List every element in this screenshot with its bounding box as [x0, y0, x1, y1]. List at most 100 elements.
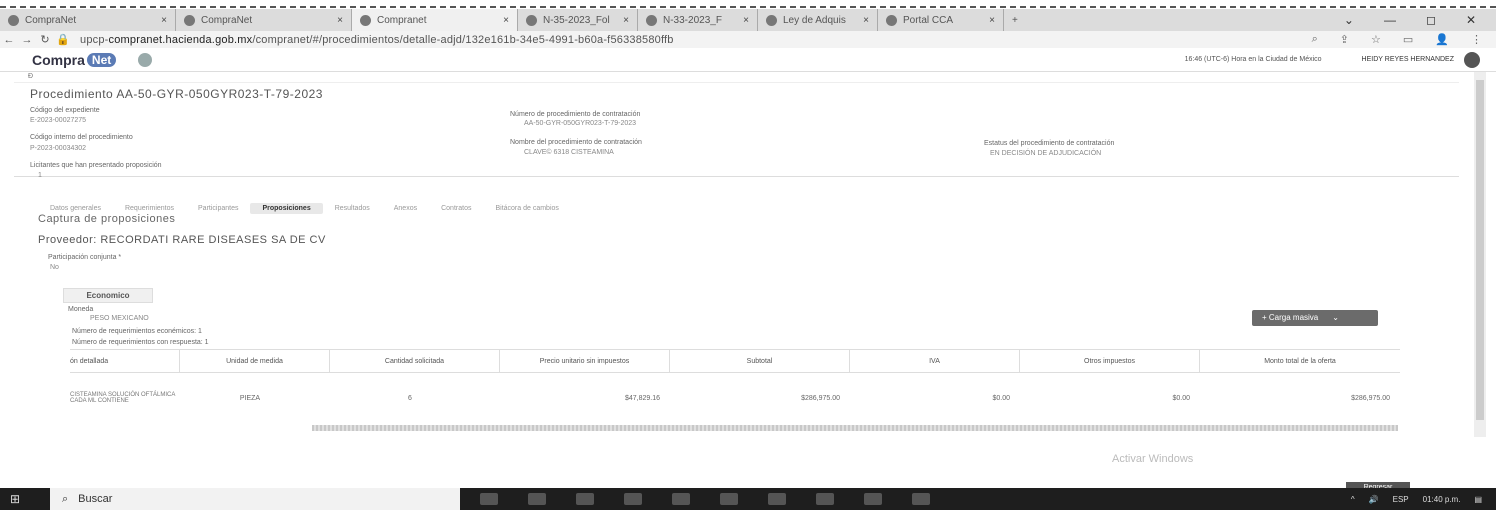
app-header: Compra Net 16:46 (UTC-6) Hora en la Ciuda… — [0, 48, 1496, 72]
browser-tab[interactable]: N-35-2023_Fol × — [518, 9, 638, 31]
licitantes-label: Licitantes que han presentado proposició… — [30, 162, 162, 169]
chevron-down-icon[interactable]: ⌄ — [1344, 13, 1354, 27]
profile-icon[interactable]: 👤 — [1435, 33, 1449, 46]
close-tab-icon[interactable]: × — [327, 15, 343, 26]
lock-icon[interactable]: 🔒 — [54, 33, 72, 46]
close-tab-icon[interactable]: × — [613, 15, 629, 26]
portal-icon — [886, 14, 897, 26]
close-tab-icon[interactable]: × — [733, 15, 749, 26]
close-tab-icon[interactable]: × — [979, 15, 995, 26]
mail-icon[interactable] — [576, 493, 594, 505]
cell-precio[interactable]: $47,829.16 — [500, 374, 670, 422]
tray-clock[interactable]: 01:40 p.m. — [1423, 495, 1461, 504]
address-bar-icons: ⌕ ⇪ ☆ ▭ 👤 ⋮ — [1312, 33, 1496, 46]
edge-icon[interactable] — [624, 493, 642, 505]
taskbar-apps — [480, 493, 930, 505]
seal-icon — [138, 52, 153, 67]
estatus-value: EN DECISIÓN DE ADJUDICACIÓN — [990, 150, 1102, 157]
volume-icon[interactable]: 🔊 — [1369, 495, 1379, 504]
cell-iva[interactable]: $0.00 — [850, 374, 1020, 422]
timezone-text: 16:46 (UTC-6) Hora en la Ciudad de Méxic… — [1184, 56, 1322, 63]
tab-resultados[interactable]: Resultados — [323, 203, 382, 214]
scroll-thumb[interactable] — [1476, 80, 1484, 420]
tab-participantes[interactable]: Participantes — [186, 203, 250, 214]
close-tab-icon[interactable]: × — [493, 15, 509, 26]
tray-lang[interactable]: ESP — [1393, 495, 1409, 504]
forward-icon[interactable]: → — [18, 34, 36, 46]
browser-tab[interactable]: Portal CCA × — [878, 9, 1004, 31]
table-row: CISTEAMINA SOLUCIÓN OFTÁLMICA CADA ML CO… — [70, 374, 1400, 422]
star-icon[interactable]: ☆ — [1371, 33, 1381, 46]
browser-tab[interactable]: N-33-2023_F × — [638, 9, 758, 31]
avatar[interactable] — [1464, 51, 1480, 68]
nombre-label: Nombre del procedimiento de contratación — [510, 139, 642, 146]
globe-icon — [646, 14, 657, 26]
moneda-select[interactable]: PESO MEXICANO — [90, 315, 149, 322]
estatus-label: Estatus del procedimiento de contratació… — [984, 140, 1115, 147]
store-icon[interactable] — [720, 493, 738, 505]
taskbar-search-input[interactable]: ⌕ Buscar — [50, 488, 460, 510]
url-input[interactable]: upcp-compranet.hacienda.gob.mx/compranet… — [80, 34, 674, 46]
browser-tab[interactable]: CompraNet × — [0, 9, 176, 31]
page-icon — [184, 14, 195, 26]
carga-masiva-button[interactable]: + Carga masiva ⌄ — [1252, 310, 1378, 326]
chrome-icon[interactable] — [912, 493, 930, 505]
menu-icon[interactable]: ⋮ — [1471, 33, 1482, 46]
zoom-icon[interactable]: ⌕ — [1312, 33, 1318, 46]
page-title: Procedimiento AA-50-GYR-050GYR023-T-79-2… — [30, 87, 323, 101]
sidebar-icon[interactable]: ▭ — [1403, 33, 1413, 46]
browser-tab[interactable]: Ley de Adquis × — [758, 9, 878, 31]
cell-unidad: PIEZA — [239, 394, 261, 402]
expediente-value: E-2023-00027275 — [30, 117, 87, 124]
interno-label: Código interno del procedimiento — [30, 134, 133, 141]
word-icon[interactable] — [816, 493, 834, 505]
tab-bitacora[interactable]: Bitácora de cambios — [483, 203, 570, 214]
participacion-label: Participación conjunta * — [48, 254, 122, 261]
system-tray: ^ 🔊 ESP 01:40 p.m. ▤ — [1351, 495, 1496, 504]
horizontal-scrollbar[interactable] — [312, 425, 1398, 431]
breadcrumb: Ɖ — [28, 73, 34, 80]
scale-icon — [766, 14, 777, 26]
task-view-icon[interactable] — [528, 493, 546, 505]
gear-icon — [8, 14, 19, 26]
req-count-text: Número de requerimientos econémicos: 1 — [72, 328, 202, 335]
reload-icon[interactable]: ↻ — [36, 33, 54, 46]
close-window-icon[interactable]: ✕ — [1466, 13, 1476, 27]
participacion-select[interactable]: No — [50, 264, 59, 271]
cell-cantidad[interactable]: 6 — [330, 374, 500, 422]
cortana-icon[interactable] — [480, 493, 498, 505]
col-subtotal: Subtotal — [670, 350, 850, 372]
activation-watermark: Activar Windows — [1112, 453, 1194, 465]
tray-arrow-icon[interactable]: ^ — [1351, 495, 1355, 504]
close-tab-icon[interactable]: × — [151, 15, 167, 26]
minimize-icon[interactable]: — — [1384, 13, 1396, 27]
files-icon[interactable] — [672, 493, 690, 505]
search-icon: ⌕ — [62, 492, 69, 505]
back-icon[interactable]: ← — [0, 34, 18, 46]
close-tab-icon[interactable]: × — [853, 15, 869, 26]
vertical-scrollbar[interactable] — [1474, 72, 1486, 437]
share-icon[interactable]: ⇪ — [1340, 33, 1349, 46]
interno-value: P-2023-00034302 — [30, 145, 87, 152]
outlook-icon[interactable] — [768, 493, 786, 505]
cell-otros[interactable]: $0.00 — [1020, 374, 1200, 422]
browser-tab-active[interactable]: Compranet × — [352, 9, 518, 31]
col-total: Monto total de la oferta — [1264, 357, 1336, 365]
nombre-value: CLAVE© 6318 CISTEAMINA — [524, 149, 614, 156]
table-header: ón detallada Unidad de medida Cantidad s… — [70, 349, 1400, 373]
economico-button[interactable]: Economico — [63, 288, 153, 303]
tab-proposiciones[interactable]: Proposiciones — [250, 203, 323, 214]
windows-start-icon[interactable]: ⊞ — [0, 492, 30, 506]
chevron-down-icon: ⌄ — [1332, 313, 1339, 322]
new-tab-button[interactable]: + — [1004, 9, 1026, 31]
user-name[interactable]: HEIDY REYES HERNANDEZ — [1362, 56, 1454, 63]
compranet-logo[interactable]: Compra Net — [32, 52, 117, 68]
restore-icon[interactable]: ◻ — [1426, 13, 1436, 27]
col-otros: Otros impuestos — [1020, 350, 1200, 372]
tab-contratos[interactable]: Contratos — [429, 203, 483, 214]
browser-tab[interactable]: CompraNet × — [176, 9, 352, 31]
excel-icon[interactable] — [864, 493, 882, 505]
notifications-icon[interactable]: ▤ — [1474, 495, 1482, 504]
tab-anexos[interactable]: Anexos — [382, 203, 429, 214]
col-precio: Precio unitario sin impuestos — [500, 350, 670, 372]
